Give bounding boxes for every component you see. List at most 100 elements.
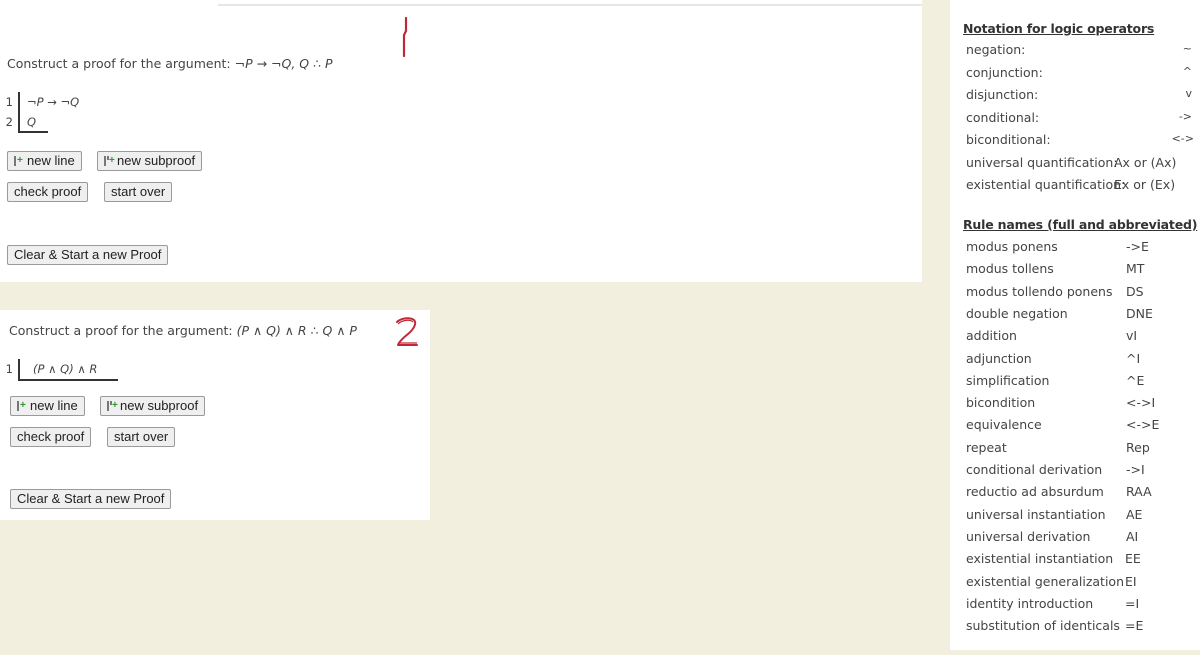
handwritten-number-2-annotation [396, 317, 418, 346]
rule-name: repeat [966, 439, 1007, 455]
rule-abbreviation: AE [1126, 506, 1143, 522]
notation-row: disjunction: v [966, 87, 1196, 102]
rule-row: equivalence <->E [966, 417, 1196, 432]
button-label: new subproof [120, 398, 199, 413]
rule-abbreviation: EE [1125, 551, 1141, 567]
rule-abbreviation: =E [1125, 618, 1144, 634]
rule-name: universal derivation [966, 528, 1091, 544]
button-label: new subproof [117, 153, 196, 168]
clear-start-new-proof-button[interactable]: Clear & Start a new Proof [10, 489, 172, 509]
rule-abbreviation: DNE [1126, 305, 1153, 321]
line-formula[interactable]: ¬P → ¬Q [27, 92, 79, 112]
notation-heading: Notation for logic operators [963, 21, 1155, 36]
rule-name: equivalence [966, 417, 1042, 433]
operator-name: conditional: [966, 110, 1040, 125]
operator-symbol: ~ [1182, 42, 1192, 55]
proof-panel-2: Construct a proof for the argument: (P ∧… [0, 310, 430, 520]
line-formula[interactable]: Q [27, 112, 36, 132]
operator-symbol: <-> [1171, 132, 1194, 145]
check-proof-button[interactable]: check proof [7, 182, 89, 202]
operator-symbol: Ex or (Ex) [1114, 177, 1176, 192]
proof-lines: 1 (P ∧ Q) ∧ R [3, 359, 143, 385]
operator-symbol: v [1185, 87, 1192, 100]
rule-row: existential instantiation EE [966, 551, 1196, 566]
rule-abbreviation: ->I [1126, 462, 1145, 477]
rule-row: universal derivation AI [966, 529, 1196, 544]
new-line-button[interactable]: + new line [7, 151, 82, 171]
rule-row: double negation DNE [966, 306, 1196, 321]
notation-row: biconditional: <-> [966, 132, 1196, 147]
button-label: new line [27, 153, 75, 168]
check-proof-button[interactable]: check proof [10, 427, 92, 447]
operator-name: conjunction: [966, 65, 1043, 80]
new-subproof-button[interactable]: + new subproof [100, 396, 206, 416]
rule-abbreviation: vI [1126, 328, 1138, 344]
rule-abbreviation: Rep [1126, 439, 1150, 455]
notation-row: conjunction: ^ [966, 65, 1196, 80]
rule-name: bicondition [966, 395, 1036, 411]
line-number: 1 [5, 362, 13, 376]
rule-row: reductio ad absurdum RAA [966, 484, 1196, 499]
rule-abbreviation: AI [1126, 528, 1139, 544]
rule-abbreviation: RAA [1126, 484, 1152, 500]
argument-prompt: Construct a proof for the argument: ¬P →… [7, 56, 333, 71]
rule-row: simplification ^E [966, 373, 1196, 388]
rule-abbreviation: DS [1126, 283, 1144, 299]
new-subproof-icon: + [104, 155, 115, 166]
rule-name: modus ponens [966, 239, 1058, 254]
rule-row: adjunction ^I [966, 351, 1196, 366]
rules-heading: Rule names (full and abbreviated) [963, 217, 1198, 232]
notation-row: universal quantification: Ax or (Ax) [966, 155, 1196, 170]
rule-row: universal instantiation AE [966, 507, 1196, 522]
prompt-text: Construct a proof for the argument: [9, 323, 237, 338]
new-line-icon: + [14, 155, 24, 166]
start-over-button[interactable]: start over [104, 182, 173, 202]
new-subproof-button[interactable]: + new subproof [97, 151, 203, 171]
argument-prompt: Construct a proof for the argument: (P ∧… [9, 323, 357, 338]
start-over-button[interactable]: start over [107, 427, 176, 447]
clear-start-new-proof-button[interactable]: Clear & Start a new Proof [7, 245, 169, 265]
operator-symbol: Ax or (Ax) [1114, 155, 1177, 170]
premise-underline [18, 379, 118, 381]
proof-lines: 1 ¬P → ¬Q 2 Q [3, 92, 143, 136]
rule-row: identity introduction =I [966, 596, 1196, 611]
operator-symbol: -> [1178, 110, 1192, 123]
rule-name: universal instantiation [966, 506, 1106, 522]
rule-name: addition [966, 328, 1017, 344]
divider [218, 4, 922, 6]
line-formula[interactable]: (P ∧ Q) ∧ R [33, 359, 97, 379]
rule-abbreviation: ->E [1126, 239, 1149, 254]
new-subproof-icon: + [107, 400, 118, 411]
rule-abbreviation: ^I [1126, 350, 1141, 366]
rule-name: double negation [966, 305, 1068, 321]
operator-name: negation: [966, 42, 1026, 57]
rule-abbreviation: <->I [1126, 395, 1156, 411]
argument-formula: (P ∧ Q) ∧ R ∴ Q ∧ P [236, 323, 357, 338]
rule-abbreviation: MT [1126, 261, 1145, 277]
new-line-button[interactable]: + new line [10, 396, 85, 416]
rule-row: modus tollendo ponens DS [966, 284, 1196, 299]
button-label: new line [30, 398, 78, 413]
line-number: 1 [5, 95, 13, 109]
rule-row: modus ponens ->E [966, 239, 1196, 254]
reference-sidebar: Notation for logic operators negation: ~ c… [950, 0, 1200, 650]
operator-name: biconditional: [966, 132, 1051, 147]
rule-row: addition vI [966, 328, 1196, 343]
rule-row: existential generalization EI [966, 574, 1196, 589]
proof-panel-1: Construct a proof for the argument: ¬P →… [0, 0, 922, 282]
rule-row: repeat Rep [966, 440, 1196, 455]
new-line-icon: + [17, 400, 27, 411]
operator-name: universal quantification: [966, 155, 1118, 170]
proof-line[interactable]: 2 Q [3, 112, 143, 132]
rule-name: modus tollendo ponens [966, 283, 1113, 299]
rule-row: conditional derivation ->I [966, 462, 1196, 477]
rule-name: substitution of identicals [966, 618, 1120, 634]
rule-name: modus tollens [966, 261, 1054, 277]
rule-name: conditional derivation [966, 462, 1103, 477]
operator-symbol: ^ [1182, 65, 1192, 78]
prompt-text: Construct a proof for the argument: [7, 56, 235, 71]
proof-line[interactable]: 1 (P ∧ Q) ∧ R [3, 359, 143, 379]
rule-row: substitution of identicals =E [966, 618, 1196, 633]
rule-abbreviation: <->E [1126, 417, 1160, 433]
proof-line[interactable]: 1 ¬P → ¬Q [3, 92, 143, 112]
